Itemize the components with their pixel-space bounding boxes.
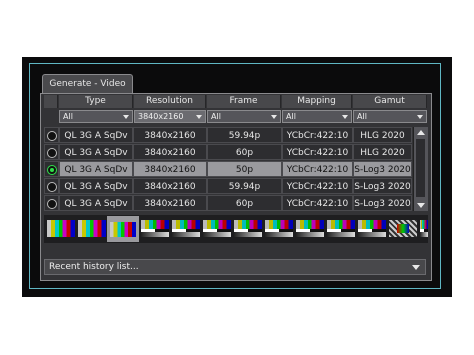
test-card-image — [420, 220, 428, 237]
test-card-image — [358, 220, 386, 237]
column-header-gamut[interactable]: Gamut — [353, 95, 427, 108]
cell-gamut: S-Log3 2020 — [353, 161, 412, 177]
cell-type: QL 3G A SqDv — [59, 195, 133, 211]
test-card-image — [203, 220, 231, 237]
filter-resolution-dropdown[interactable]: 3840x2160 — [134, 110, 206, 123]
thumbnail-test-card[interactable] — [327, 220, 355, 237]
color-bars-image — [47, 220, 75, 237]
thumbnail-test-card[interactable] — [172, 220, 200, 237]
row-select-cell — [44, 195, 59, 211]
pattern-thumbnail-strip — [44, 215, 428, 243]
cell-frame: 60p — [207, 144, 282, 160]
table-scrollbar[interactable] — [413, 127, 428, 211]
color-bars-image — [110, 222, 136, 237]
filter-frame-value: All — [211, 112, 221, 121]
column-header-mapping[interactable]: Mapping — [282, 95, 352, 108]
tab-generate-video[interactable]: Generate - Video — [42, 74, 133, 94]
table-row[interactable]: QL 3G A SqDv 3840x2160 60p YCbCr:422:10 … — [44, 195, 412, 211]
cell-resolution: 3840x2160 — [133, 144, 207, 160]
cell-mapping: YCbCr:422:10 — [282, 178, 353, 194]
filter-gamut-dropdown[interactable]: All — [353, 110, 427, 123]
test-card-image — [296, 220, 324, 237]
scrollbar-thumb[interactable] — [416, 139, 425, 197]
cell-frame: 50p — [207, 161, 282, 177]
column-header-resolution[interactable]: Resolution — [134, 95, 206, 108]
test-card-image — [327, 220, 355, 237]
table-row[interactable]: QL 3G A SqDv 3840x2160 59.94p YCbCr:422:… — [44, 127, 412, 143]
thumbnail-hatch-pattern[interactable] — [389, 220, 417, 237]
thumbnail-test-card[interactable] — [420, 220, 428, 237]
cell-gamut: S-Log3 2020 — [353, 178, 412, 194]
filter-mapping-dropdown[interactable]: All — [282, 110, 352, 123]
scroll-down-icon[interactable] — [417, 203, 425, 208]
cell-type: QL 3G A SqDv — [59, 127, 133, 143]
cell-resolution: 3840x2160 — [133, 178, 207, 194]
cell-type: QL 3G A SqDv — [59, 161, 133, 177]
cell-type: QL 3G A SqDv — [59, 144, 133, 160]
thumbnail-test-card[interactable] — [234, 220, 262, 237]
radio-button[interactable] — [47, 199, 57, 209]
cell-gamut: HLG 2020 — [353, 127, 412, 143]
test-card-image — [265, 220, 293, 237]
cell-type: QL 3G A SqDv — [59, 178, 133, 194]
cell-resolution: 3840x2160 — [133, 127, 207, 143]
cell-gamut: HLG 2020 — [353, 144, 412, 160]
cell-mapping: YCbCr:422:10 — [282, 144, 353, 160]
chevron-down-icon — [196, 115, 202, 119]
recent-history-label: Recent history list... — [49, 262, 139, 272]
chevron-down-icon — [417, 115, 423, 119]
cell-gamut: S-Log3 2020 — [353, 195, 412, 211]
cell-frame: 60p — [207, 195, 282, 211]
color-bars-image — [78, 220, 106, 237]
row-select-cell — [44, 127, 59, 143]
hatch-pattern-image — [389, 220, 417, 237]
thumbnail-color-bars-selected[interactable] — [107, 216, 139, 242]
thumbnail-test-card[interactable] — [203, 220, 231, 237]
chevron-down-icon — [271, 115, 277, 119]
row-select-cell — [44, 144, 59, 160]
table-row-selected[interactable]: QL 3G A SqDv 3840x2160 50p YCbCr:422:10 … — [44, 161, 412, 177]
header-spacer — [44, 95, 58, 108]
cell-resolution: 3840x2160 — [133, 161, 207, 177]
chevron-down-icon — [342, 115, 348, 119]
filter-gamut-value: All — [357, 112, 367, 121]
test-card-image — [234, 220, 262, 237]
thumbnail-color-bars[interactable] — [47, 220, 75, 237]
scroll-up-icon[interactable] — [417, 130, 425, 135]
cell-resolution: 3840x2160 — [133, 195, 207, 211]
filter-frame-dropdown[interactable]: All — [207, 110, 281, 123]
row-select-cell — [44, 161, 59, 177]
thumbnail-test-card[interactable] — [141, 220, 169, 237]
filter-type-dropdown[interactable]: All — [59, 110, 133, 123]
column-header-frame[interactable]: Frame — [207, 95, 281, 108]
test-card-image — [141, 220, 169, 237]
cell-frame: 59.94p — [207, 178, 282, 194]
row-select-cell — [44, 178, 59, 194]
cell-mapping: YCbCr:422:10 — [282, 127, 353, 143]
radio-button[interactable] — [47, 131, 57, 141]
radio-button-selected[interactable] — [47, 165, 57, 175]
test-card-image — [172, 220, 200, 237]
filter-resolution-value: 3840x2160 — [138, 112, 184, 121]
filter-type-value: All — [63, 112, 73, 121]
cell-mapping: YCbCr:422:10 — [282, 161, 353, 177]
chevron-down-icon — [412, 265, 420, 270]
recent-history-dropdown[interactable]: Recent history list... — [44, 259, 426, 275]
thumbnail-test-card[interactable] — [265, 220, 293, 237]
chevron-down-icon — [123, 115, 129, 119]
table-row[interactable]: QL 3G A SqDv 3840x2160 60p YCbCr:422:10 … — [44, 144, 412, 160]
table-row[interactable]: QL 3G A SqDv 3840x2160 59.94p YCbCr:422:… — [44, 178, 412, 194]
radio-button[interactable] — [47, 148, 57, 158]
column-header-type[interactable]: Type — [59, 95, 133, 108]
thumbnail-test-card[interactable] — [296, 220, 324, 237]
filter-mapping-value: All — [286, 112, 296, 121]
cell-frame: 59.94p — [207, 127, 282, 143]
thumbnail-color-bars[interactable] — [78, 220, 106, 237]
thumbnail-test-card[interactable] — [358, 220, 386, 237]
radio-button[interactable] — [47, 182, 57, 192]
cell-mapping: YCbCr:422:10 — [282, 195, 353, 211]
